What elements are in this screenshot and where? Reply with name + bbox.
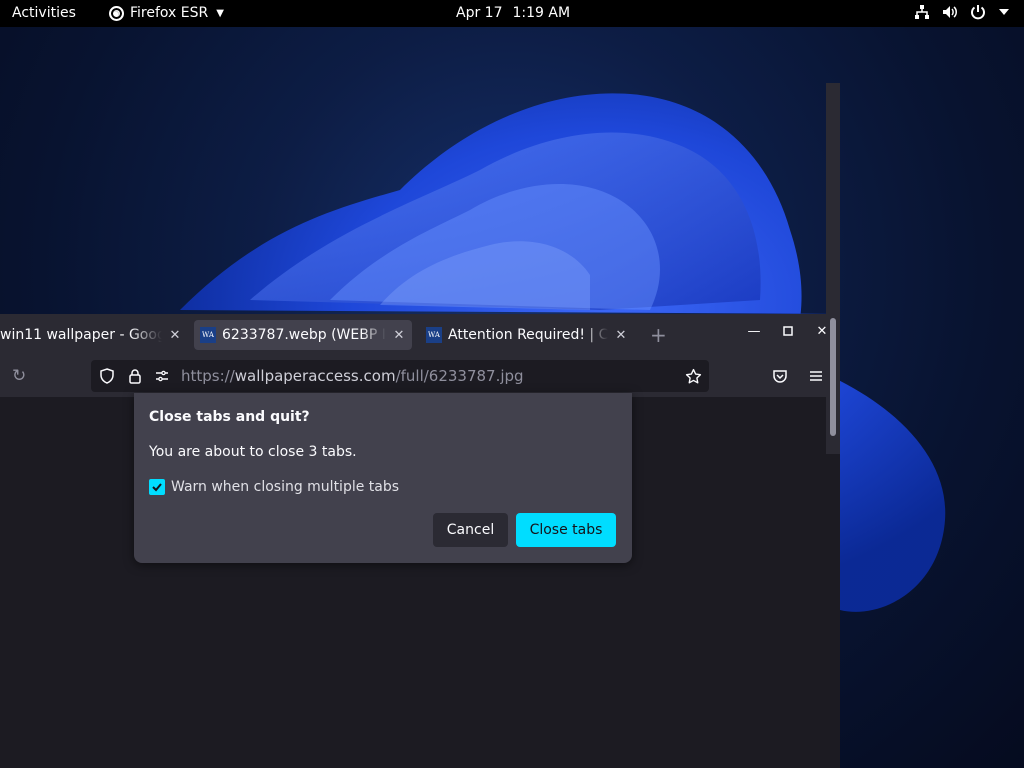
chevron-down-icon	[998, 6, 1010, 18]
tracking-protection-shield-icon[interactable]	[99, 368, 115, 388]
scrollbar-thumb[interactable]	[830, 318, 836, 436]
clock[interactable]: Apr 17 1:19 AM	[456, 5, 570, 21]
tab-webp-image[interactable]: WA 6233787.webp (WEBP In ✕	[194, 320, 412, 350]
clock-time: 1:19 AM	[512, 5, 571, 21]
tab-title: win11 wallpaper - Google	[0, 327, 162, 343]
dialog-message: You are about to close 3 tabs.	[149, 444, 357, 460]
plus-icon[interactable]: +	[650, 323, 667, 347]
chevron-down-icon: ▼	[216, 7, 224, 19]
url-path: /full/6233787.jpg	[395, 367, 524, 385]
clock-date: Apr 17	[456, 5, 503, 21]
close-tab-icon[interactable]: ✕	[168, 328, 182, 343]
tab-bar: win11 wallpaper - Google ✕ WA 6233787.we…	[0, 314, 840, 355]
permissions-icon[interactable]	[154, 368, 170, 388]
lock-icon[interactable]	[127, 368, 143, 388]
url-scheme: https://	[181, 367, 235, 385]
activities-button[interactable]: Activities	[12, 5, 76, 21]
firefox-icon	[109, 5, 124, 21]
maximize-icon[interactable]	[778, 324, 798, 340]
url-text[interactable]: https://wallpaperaccess.com/full/6233787…	[181, 367, 524, 385]
volume-icon	[942, 4, 958, 20]
system-tray[interactable]	[914, 4, 1010, 20]
url-bar[interactable]: https://wallpaperaccess.com/full/6233787…	[91, 360, 709, 392]
bookmark-star-icon[interactable]	[685, 368, 702, 389]
power-icon	[970, 4, 986, 20]
dialog-heading: Close tabs and quit?	[149, 409, 310, 425]
checkmark-icon	[152, 483, 162, 492]
top-bar: Activities Firefox ESR ▼ Apr 17 1:19 AM	[0, 0, 1024, 27]
hamburger-menu-icon[interactable]	[808, 368, 824, 388]
warn-checkbox[interactable]	[149, 479, 165, 495]
app-menu[interactable]: Firefox ESR ▼	[109, 5, 224, 21]
tab-title: Attention Required! | Clou	[448, 327, 608, 343]
warn-checkbox-label: Warn when closing multiple tabs	[171, 479, 400, 495]
warn-checkbox-row[interactable]: Warn when closing multiple tabs	[149, 479, 399, 495]
cancel-button[interactable]: Cancel	[433, 513, 508, 547]
tab-title: 6233787.webp (WEBP In	[222, 327, 386, 343]
close-tabs-button[interactable]: Close tabs	[516, 513, 616, 547]
tab-attention-required[interactable]: WA Attention Required! | Clou ✕	[420, 320, 634, 350]
close-tabs-dialog: Close tabs and quit? You are about to cl…	[134, 393, 632, 563]
wallpaperaccess-favicon-icon: WA	[426, 327, 442, 343]
close-tab-icon[interactable]: ✕	[392, 328, 406, 343]
minimize-icon[interactable]: —	[744, 324, 764, 339]
network-icon	[914, 4, 930, 20]
reload-icon[interactable]: ↻	[12, 366, 26, 386]
app-menu-label: Firefox ESR	[130, 5, 209, 21]
url-host: wallpaperaccess.com	[234, 367, 396, 385]
close-tab-icon[interactable]: ✕	[614, 328, 628, 343]
tab-google-search[interactable]: win11 wallpaper - Google ✕	[0, 320, 182, 350]
wallpaperaccess-favicon-icon: WA	[200, 327, 216, 343]
pocket-icon[interactable]	[772, 368, 788, 388]
navigation-toolbar: ↻ https://wallpaperaccess.com/full/62337…	[0, 355, 840, 397]
